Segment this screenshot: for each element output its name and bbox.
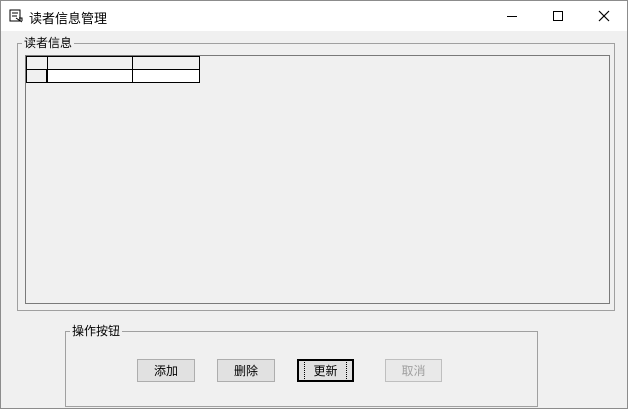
- cancel-button[interactable]: 取消: [385, 359, 442, 382]
- update-button-label: 更新: [304, 360, 347, 381]
- close-button[interactable]: [581, 1, 627, 31]
- grid-column-header[interactable]: [132, 56, 200, 70]
- window-title: 读者信息管理: [29, 12, 108, 27]
- maximize-button[interactable]: [535, 1, 581, 31]
- grid-row-header[interactable]: [26, 69, 48, 83]
- minimize-icon: [507, 16, 517, 17]
- form-icon: [9, 9, 23, 23]
- title-bar[interactable]: 读者信息管理: [1, 1, 627, 31]
- grid-cell[interactable]: [46, 69, 133, 83]
- reader-grid[interactable]: [25, 55, 610, 304]
- grid-cell[interactable]: [132, 69, 200, 83]
- delete-button[interactable]: 删除: [217, 359, 275, 382]
- minimize-button[interactable]: [489, 1, 535, 31]
- close-icon: [598, 10, 610, 22]
- grid-column-header[interactable]: [46, 56, 133, 70]
- table-row[interactable]: [26, 69, 200, 83]
- operation-buttons-label: 操作按钮: [72, 324, 121, 338]
- maximize-icon: [553, 11, 563, 21]
- add-button[interactable]: 添加: [137, 359, 195, 382]
- reader-info-label: 读者信息: [24, 36, 73, 50]
- reader-grid-table[interactable]: [26, 56, 200, 83]
- grid-corner-cell[interactable]: [26, 56, 48, 70]
- grid-header-row: [26, 56, 200, 70]
- update-button[interactable]: 更新: [297, 359, 354, 382]
